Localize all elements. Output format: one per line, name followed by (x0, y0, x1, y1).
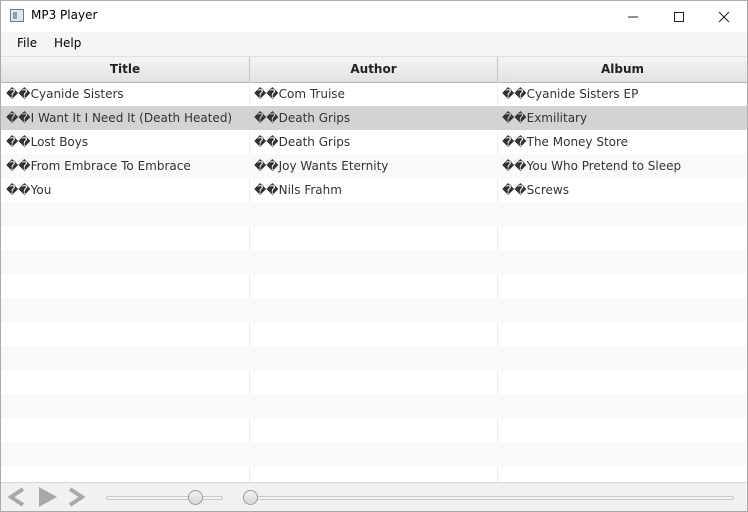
close-button[interactable] (701, 1, 747, 32)
cell-author: ��Nils Frahm (254, 183, 342, 197)
minimize-icon (628, 16, 638, 17)
app-window-icon (10, 9, 24, 22)
cell-title: ��Cyanide Sisters (6, 87, 124, 101)
empty-row (1, 298, 747, 322)
table-row[interactable]: ��From Embrace To Embrace ��Joy Wants Et… (1, 154, 747, 178)
cell-album: ��The Money Store (502, 135, 629, 149)
progress-slider[interactable] (243, 496, 734, 500)
empty-row (1, 322, 747, 346)
cell-author: ��Com Truise (254, 87, 345, 101)
maximize-icon (674, 11, 684, 22)
cell-album: ��Screws (502, 183, 569, 197)
cell-album: ��Cyanide Sisters EP (502, 87, 639, 101)
cell-author: ��Death Grips (254, 111, 351, 125)
menu-bar: File Help (1, 32, 747, 57)
cell-title: ��From Embrace To Embrace (6, 159, 191, 173)
cell-album: ��Exmilitary (502, 111, 588, 125)
maximize-button[interactable] (656, 1, 702, 32)
empty-row (1, 466, 747, 482)
empty-row (1, 226, 747, 250)
mp3-player-window: MP3 Player File Help Title Author Album … (0, 0, 748, 512)
empty-row (1, 274, 747, 298)
empty-row (1, 442, 747, 466)
next-icon (68, 487, 86, 507)
track-table: Title Author Album ��Cyanide Sisters ��C… (1, 57, 747, 482)
play-icon (39, 487, 57, 507)
empty-row (1, 202, 747, 226)
cell-album: ��You Who Pretend to Sleep (502, 159, 682, 173)
cell-author: ��Joy Wants Eternity (254, 159, 389, 173)
empty-row (1, 250, 747, 274)
cell-title: ��Lost Boys (6, 135, 89, 149)
column-header-album[interactable]: Album (498, 57, 747, 82)
minimize-button[interactable] (610, 1, 656, 32)
cell-title: ��You (6, 183, 52, 197)
menu-help[interactable]: Help (54, 36, 81, 50)
table-row[interactable]: ��You ��Nils Frahm ��Screws (1, 178, 747, 202)
previous-button[interactable] (4, 486, 30, 508)
empty-row (1, 394, 747, 418)
previous-icon (7, 487, 25, 507)
table-header: Title Author Album (1, 57, 747, 83)
cell-title: ��I Want It I Need It (Death Heated) (6, 111, 233, 125)
cell-author: ��Death Grips (254, 135, 351, 149)
empty-row (1, 346, 747, 370)
window-title: MP3 Player (31, 8, 98, 22)
progress-slider-thumb[interactable] (243, 490, 258, 505)
play-button[interactable] (34, 486, 60, 508)
title-bar: MP3 Player (1, 1, 747, 32)
column-header-author[interactable]: Author (250, 57, 498, 82)
volume-slider[interactable] (106, 496, 223, 500)
volume-slider-thumb[interactable] (187, 490, 203, 505)
menu-file[interactable]: File (17, 36, 37, 50)
empty-row (1, 370, 747, 394)
table-row[interactable]: ��Lost Boys ��Death Grips ��The Money St… (1, 130, 747, 154)
playback-controls (1, 482, 747, 511)
table-row[interactable]: ��I Want It I Need It (Death Heated) ��D… (1, 106, 747, 130)
close-icon (718, 11, 730, 22)
empty-row (1, 418, 747, 442)
column-header-title[interactable]: Title (1, 57, 250, 82)
next-button[interactable] (63, 486, 89, 508)
table-row[interactable]: ��Cyanide Sisters ��Com Truise ��Cyanide… (1, 82, 747, 106)
